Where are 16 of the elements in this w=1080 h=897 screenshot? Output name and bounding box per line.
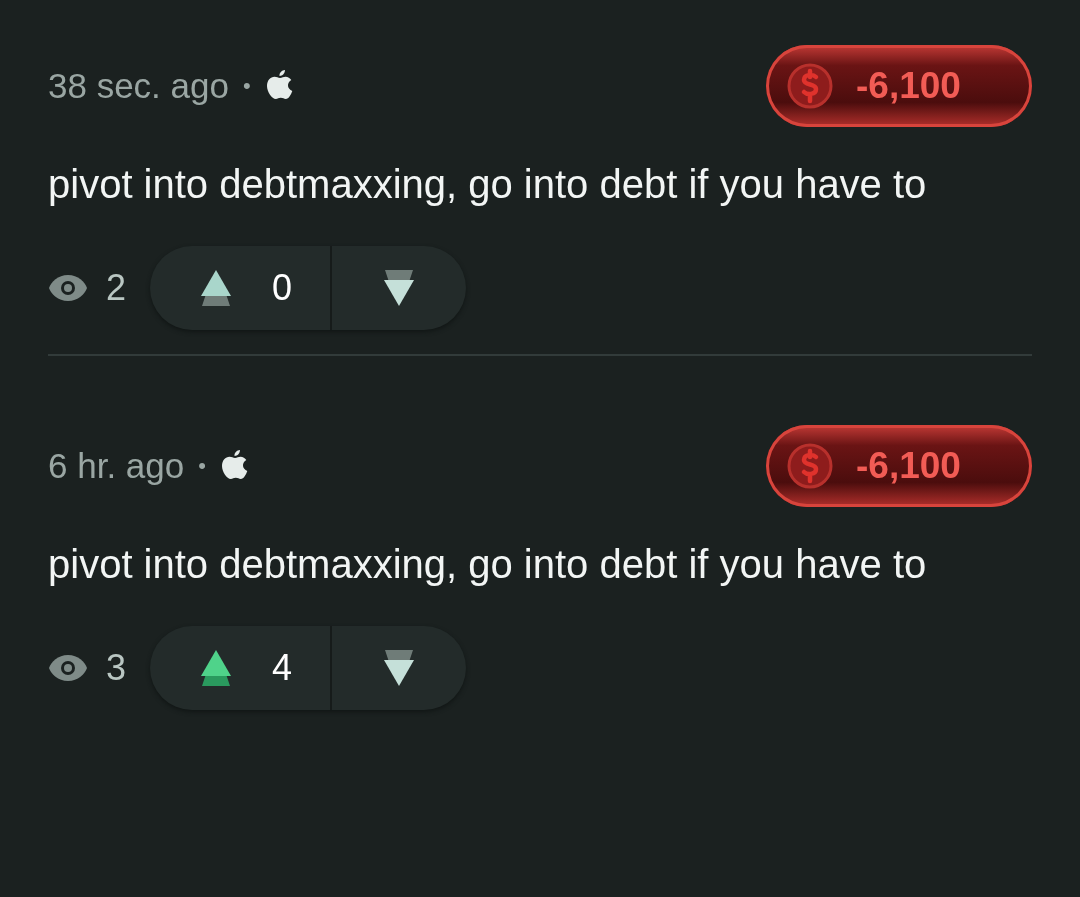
separator-dot: • [198,453,206,479]
score-value: -6,100 [856,445,961,487]
upvote-button[interactable]: 0 [150,246,333,330]
view-count: 2 [106,267,127,309]
separator-dot: • [242,73,251,99]
dollar-coin-icon [786,442,834,490]
eye-icon [48,274,88,302]
upvote-button[interactable]: 4 [150,626,333,710]
eye-icon [48,654,88,682]
dollar-coin-icon [786,62,834,110]
timestamp: 6 hr. ago [48,446,185,486]
timestamp: 38 sec. ago [48,66,229,106]
view-count: 3 [106,647,127,689]
score-value: -6,100 [856,65,961,107]
post-text: pivot into debtmaxxing, go into debt if you have to [48,541,928,588]
post-text: pivot into debtmaxxing, go into debt if you have to [48,161,928,208]
